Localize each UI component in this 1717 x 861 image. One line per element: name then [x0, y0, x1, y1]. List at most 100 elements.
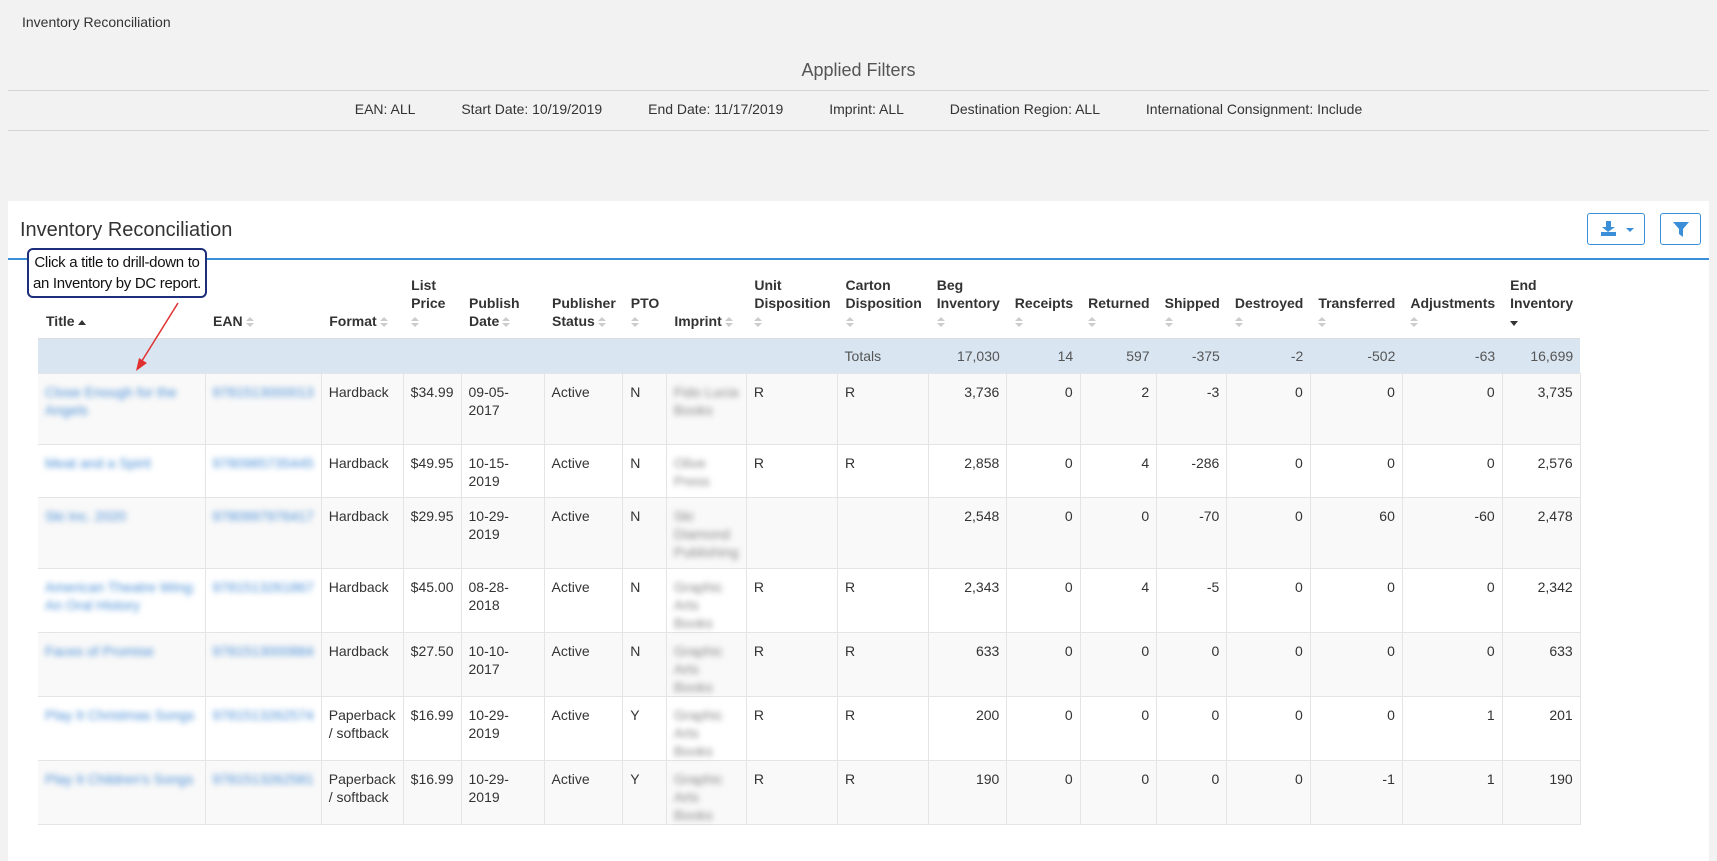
publish-date-cell: 10-15-2019 [461, 444, 545, 498]
inventory-table: Title EAN Format List Price Publish Date… [38, 270, 1581, 825]
carton-disposition-cell: R [837, 760, 930, 825]
imprint-cell: Olive Press [673, 455, 710, 489]
col-publish-date[interactable]: Publish Date [461, 270, 544, 339]
end-inventory-cell: 201 [1549, 707, 1573, 723]
publish-date-cell: 10-10-2017 [468, 643, 509, 677]
col-format[interactable]: Format [321, 270, 404, 339]
sort-icon [1234, 317, 1243, 328]
adjustments-cell: 0 [1402, 568, 1503, 633]
col-list-price[interactable]: List Price [403, 270, 461, 339]
ean-cell: 9781513261867 [205, 568, 322, 633]
title-link[interactable]: American Theatre Wing: An Oral History [45, 579, 196, 613]
title-cell: American Theatre Wing: An Oral History [38, 568, 206, 633]
title-link[interactable]: Ski Inc. 2020 [45, 508, 126, 524]
pto-cell: Y [622, 760, 667, 825]
receipts-cell: 0 [1006, 444, 1081, 498]
list-price-cell: $16.99 [410, 771, 454, 787]
col-pto[interactable]: PTO [622, 270, 667, 339]
col-unit-disposition[interactable]: Unit Disposition [746, 270, 838, 339]
title-link[interactable]: Play It Children's Songs [45, 771, 193, 787]
list-price-cell: $29.95 [403, 497, 462, 569]
col-end-inventory[interactable]: End Inventory [1502, 270, 1581, 339]
transferred-cell: 0 [1387, 579, 1395, 595]
title-link[interactable]: Close Enough for the Angels [45, 384, 177, 418]
end-inventory-cell: 2,576 [1502, 444, 1581, 498]
destroyed-cell: 0 [1295, 579, 1303, 595]
end-inventory-cell: 2,342 [1537, 579, 1573, 595]
carton-disposition-cell: R [845, 707, 856, 723]
table-row: Ski Inc. 2020 9780997976417 Hardback $29.95… [38, 497, 1581, 569]
unit-disposition-cell: R [753, 579, 764, 595]
total-beg-inventory: 17,030 [928, 338, 1007, 374]
adjustments-cell: 0 [1486, 579, 1495, 595]
shipped-cell: -3 [1206, 384, 1220, 400]
publish-date-cell: 08-28-2018 [461, 568, 545, 633]
table-row: Play It Children's Songs 9781513262581 Pap… [38, 760, 1581, 825]
title-cell: Play It Children's Songs [38, 760, 206, 825]
list-price-cell: $27.50 [403, 632, 462, 697]
col-ean[interactable]: EAN [205, 270, 322, 339]
col-destroyed[interactable]: Destroyed [1226, 270, 1311, 339]
table-row: Meat and a Spirit 9780985735445 Hardback $4… [38, 444, 1581, 498]
destroyed-cell: 0 [1295, 643, 1303, 659]
ean-link[interactable]: 9780997976417 [213, 508, 314, 524]
format-cell: Paperback / softback [321, 696, 404, 761]
carton-disposition-cell: R [845, 455, 856, 471]
imprint-cell: Olive Press [666, 444, 747, 498]
ean-link[interactable]: 9781513000884 [213, 643, 314, 659]
imprint-cell: Graphic Arts Books [666, 568, 747, 633]
format-cell: Paperback / softback [321, 760, 404, 825]
list-price-cell: $49.95 [403, 444, 462, 498]
imprint-cell: Graphic Arts Books [666, 632, 747, 697]
adjustments-cell: 0 [1402, 632, 1503, 697]
ean-link[interactable]: 9781513262581 [213, 771, 314, 787]
imprint-cell: Graphic Arts Books [666, 696, 747, 761]
end-inventory-cell: 2,576 [1537, 455, 1573, 471]
returned-cell: 4 [1141, 579, 1150, 595]
col-beg-inventory[interactable]: Beg Inventory [928, 270, 1007, 339]
sort-asc-icon [77, 319, 86, 325]
destroyed-cell: 0 [1226, 373, 1311, 445]
title-link[interactable]: Faces of Promise [45, 643, 154, 659]
publisher-status-cell: Active [551, 579, 590, 595]
transferred-cell: 0 [1310, 632, 1403, 697]
format-cell: Hardback [321, 632, 404, 697]
col-transferred[interactable]: Transferred [1310, 270, 1403, 339]
col-imprint[interactable]: Imprint [666, 270, 747, 339]
col-publisher-status[interactable]: Publisher Status [544, 270, 623, 339]
filter-button[interactable] [1660, 213, 1701, 245]
imprint-cell: Fido Lucia Books [666, 373, 747, 445]
col-shipped[interactable]: Shipped [1156, 270, 1227, 339]
ean-link[interactable]: 9781513000013 [213, 384, 314, 400]
totals-label: Totals [837, 338, 929, 374]
transferred-cell: 0 [1310, 373, 1403, 445]
carton-disposition-cell: R [845, 384, 856, 400]
format-cell: Hardback [328, 455, 389, 471]
chevron-down-icon [1626, 228, 1634, 232]
returned-cell: 2 [1141, 384, 1150, 400]
ean-link[interactable]: 9781513261867 [213, 579, 314, 595]
publisher-status-cell: Active [551, 508, 590, 524]
title-link[interactable]: Play It Christmas Songs [45, 707, 194, 723]
pto-cell: N [622, 444, 667, 498]
shipped-cell: -70 [1199, 508, 1220, 524]
table-row: Play It Christmas Songs 9781513262574 Pape… [38, 696, 1581, 761]
beg-inventory-cell: 190 [928, 760, 1008, 825]
ean-cell: 9781513262574 [205, 696, 322, 761]
col-adjustments[interactable]: Adjustments [1402, 270, 1503, 339]
returned-cell: 2 [1080, 373, 1158, 445]
col-returned[interactable]: Returned [1080, 270, 1157, 339]
end-inventory-cell: 190 [1549, 771, 1573, 787]
col-receipts[interactable]: Receipts [1006, 270, 1081, 339]
title-link[interactable]: Meat and a Spirit [45, 455, 151, 471]
format-cell: Hardback [328, 508, 389, 524]
ean-cell: 9781513000013 [205, 373, 322, 445]
applied-filters-heading: Applied Filters [801, 60, 916, 80]
publisher-status-cell: Active [544, 497, 624, 569]
col-carton-disposition[interactable]: Carton Disposition [837, 270, 929, 339]
ean-link[interactable]: 9781513262574 [213, 707, 314, 723]
ean-cell: 9781513000884 [205, 632, 322, 697]
export-button[interactable] [1587, 213, 1645, 245]
ean-link[interactable]: 9780985735445 [213, 455, 314, 471]
publisher-status-cell: Active [544, 568, 624, 633]
